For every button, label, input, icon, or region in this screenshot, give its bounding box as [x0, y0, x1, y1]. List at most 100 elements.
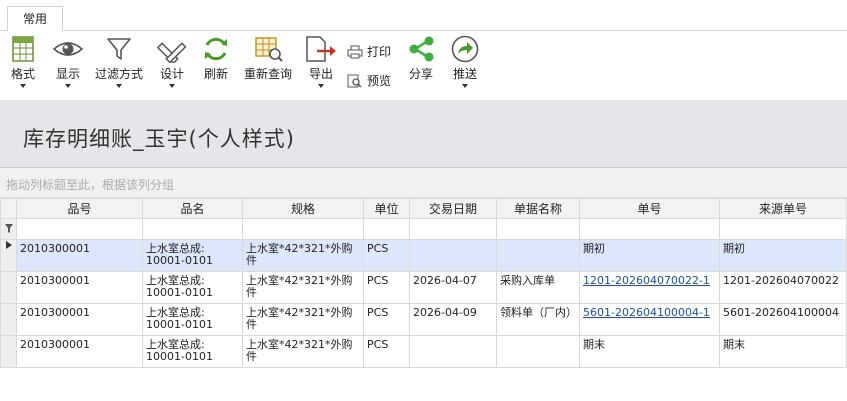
row-indicator	[0, 239, 17, 272]
table-row[interactable]: 2010300001 上水室总成: 10001-0101 上水室*42*321*…	[0, 271, 847, 304]
cell-date[interactable]: 2026-04-07	[409, 271, 497, 304]
cell-item-name[interactable]: 上水室总成: 10001-0101	[142, 271, 243, 304]
cell-spec[interactable]: 上水室*42*321*外购件	[242, 239, 364, 272]
share-button[interactable]: 分享	[406, 35, 436, 82]
filter-icon	[107, 38, 131, 60]
cell-doc-no[interactable]: 期末	[579, 335, 720, 368]
filter-cell[interactable]	[363, 218, 410, 240]
table-row[interactable]: 2010300001 上水室总成: 10001-0101 上水室*42*321*…	[0, 335, 847, 368]
cell-item-no[interactable]: 2010300001	[16, 335, 143, 368]
column-header[interactable]: 交易日期	[409, 198, 497, 219]
column-header[interactable]: 单位	[363, 198, 410, 219]
display-label: 显示	[55, 67, 80, 81]
filter-cell[interactable]	[719, 218, 847, 240]
cell-item-no[interactable]: 2010300001	[16, 271, 143, 304]
row-indicator	[0, 335, 17, 368]
current-row-arrow-icon	[5, 241, 12, 249]
cell-doc-name[interactable]	[496, 335, 580, 368]
cell-unit[interactable]: PCS	[363, 271, 410, 304]
share-label: 分享	[408, 67, 433, 81]
cell-source-no[interactable]: 期初	[719, 239, 847, 272]
cell-source-no[interactable]: 1201-202604070022	[719, 271, 847, 304]
filter-row-indicator	[0, 218, 17, 240]
export-label: 导出	[308, 67, 333, 81]
preview-button[interactable]: 预览	[347, 72, 391, 89]
chevron-down-icon	[20, 84, 26, 88]
cell-doc-no[interactable]: 5601-202604100004-1	[579, 303, 720, 336]
printer-icon	[347, 45, 363, 58]
filter-cell[interactable]	[242, 218, 364, 240]
cell-unit[interactable]: PCS	[363, 335, 410, 368]
cell-item-no[interactable]: 2010300001	[16, 303, 143, 336]
table-row[interactable]: 2010300001 上水室总成: 10001-0101 上水室*42*321*…	[0, 239, 847, 272]
export-button[interactable]: 导出	[304, 35, 338, 88]
tab-common[interactable]: 常用	[7, 6, 63, 31]
header-row: 品号 品名 规格 单位 交易日期 单据名称 单号 来源单号	[0, 198, 847, 219]
cell-source-no[interactable]: 期末	[719, 335, 847, 368]
filter-cell[interactable]	[579, 218, 720, 240]
column-header[interactable]: 品名	[142, 198, 243, 219]
push-label: 推送	[452, 67, 477, 81]
refresh-button[interactable]: 刷新	[201, 35, 231, 82]
cell-unit[interactable]: PCS	[363, 303, 410, 336]
ribbon-tab-bar: 常用	[0, 0, 847, 31]
cell-doc-no[interactable]: 1201-202604070022-1	[579, 271, 720, 304]
cell-doc-name[interactable]: 采购入库单	[496, 271, 580, 304]
design-tools-icon	[157, 42, 187, 63]
export-icon	[306, 36, 336, 62]
filter-row	[0, 218, 847, 240]
design-label: 设计	[159, 67, 184, 81]
display-button[interactable]: 显示	[52, 35, 84, 88]
filter-cell[interactable]	[142, 218, 243, 240]
format-label: 格式	[10, 67, 35, 81]
preview-icon	[347, 74, 362, 88]
refresh-label: 刷新	[203, 67, 228, 81]
header-indicator	[0, 198, 17, 219]
column-header[interactable]: 品号	[16, 198, 143, 219]
group-by-area[interactable]: 拖动列标题至此，根据该列分组	[0, 168, 847, 198]
cell-item-no[interactable]: 2010300001	[16, 239, 143, 272]
eye-icon	[52, 42, 84, 56]
print-button[interactable]: 打印	[347, 43, 391, 60]
cell-date[interactable]	[409, 335, 497, 368]
chevron-down-icon	[318, 84, 324, 88]
group-hint: 拖动列标题至此，根据该列分组	[6, 178, 175, 192]
filter-mode-label: 过滤方式	[95, 67, 144, 81]
refresh-icon	[205, 37, 227, 61]
table-search-icon	[255, 37, 283, 62]
cell-item-name[interactable]: 上水室总成: 10001-0101	[142, 303, 243, 336]
push-button[interactable]: 推送	[449, 35, 481, 88]
cell-unit[interactable]: PCS	[363, 239, 410, 272]
filter-cell[interactable]	[16, 218, 143, 240]
requery-button[interactable]: 重新查询	[243, 35, 293, 82]
design-button[interactable]: 设计	[157, 35, 187, 88]
filter-cell[interactable]	[496, 218, 580, 240]
cell-spec[interactable]: 上水室*42*321*外购件	[242, 303, 364, 336]
chevron-down-icon	[169, 84, 175, 88]
cell-spec[interactable]: 上水室*42*321*外购件	[242, 335, 364, 368]
filter-mode-button[interactable]: 过滤方式	[95, 35, 143, 88]
column-header[interactable]: 规格	[242, 198, 364, 219]
column-header[interactable]: 单据名称	[496, 198, 580, 219]
cell-date[interactable]	[409, 239, 497, 272]
cell-doc-name[interactable]	[496, 239, 580, 272]
row-indicator	[0, 303, 17, 336]
cell-item-name[interactable]: 上水室总成: 10001-0101	[142, 335, 243, 368]
filter-cell[interactable]	[409, 218, 497, 240]
cell-doc-name[interactable]: 领料单（厂内）	[496, 303, 580, 336]
doc-no-link[interactable]: 5601-202604100004-1	[583, 306, 710, 319]
print-label: 打印	[367, 45, 392, 59]
data-grid: 品号 品名 规格 单位 交易日期 单据名称 单号 来源单号 2010300001…	[0, 198, 847, 368]
cell-doc-no[interactable]: 期初	[579, 239, 720, 272]
table-row[interactable]: 2010300001 上水室总成: 10001-0101 上水室*42*321*…	[0, 303, 847, 336]
column-header[interactable]: 来源单号	[719, 198, 847, 219]
cell-item-name[interactable]: 上水室总成: 10001-0101	[142, 239, 243, 272]
format-button[interactable]: 格式	[10, 35, 36, 88]
filter-icon	[4, 223, 13, 233]
cell-date[interactable]: 2026-04-09	[409, 303, 497, 336]
cell-source-no[interactable]: 5601-202604100004	[719, 303, 847, 336]
column-header[interactable]: 单号	[579, 198, 720, 219]
cell-spec[interactable]: 上水室*42*321*外购件	[242, 271, 364, 304]
spreadsheet-icon	[12, 36, 34, 62]
doc-no-link[interactable]: 1201-202604070022-1	[583, 274, 710, 287]
